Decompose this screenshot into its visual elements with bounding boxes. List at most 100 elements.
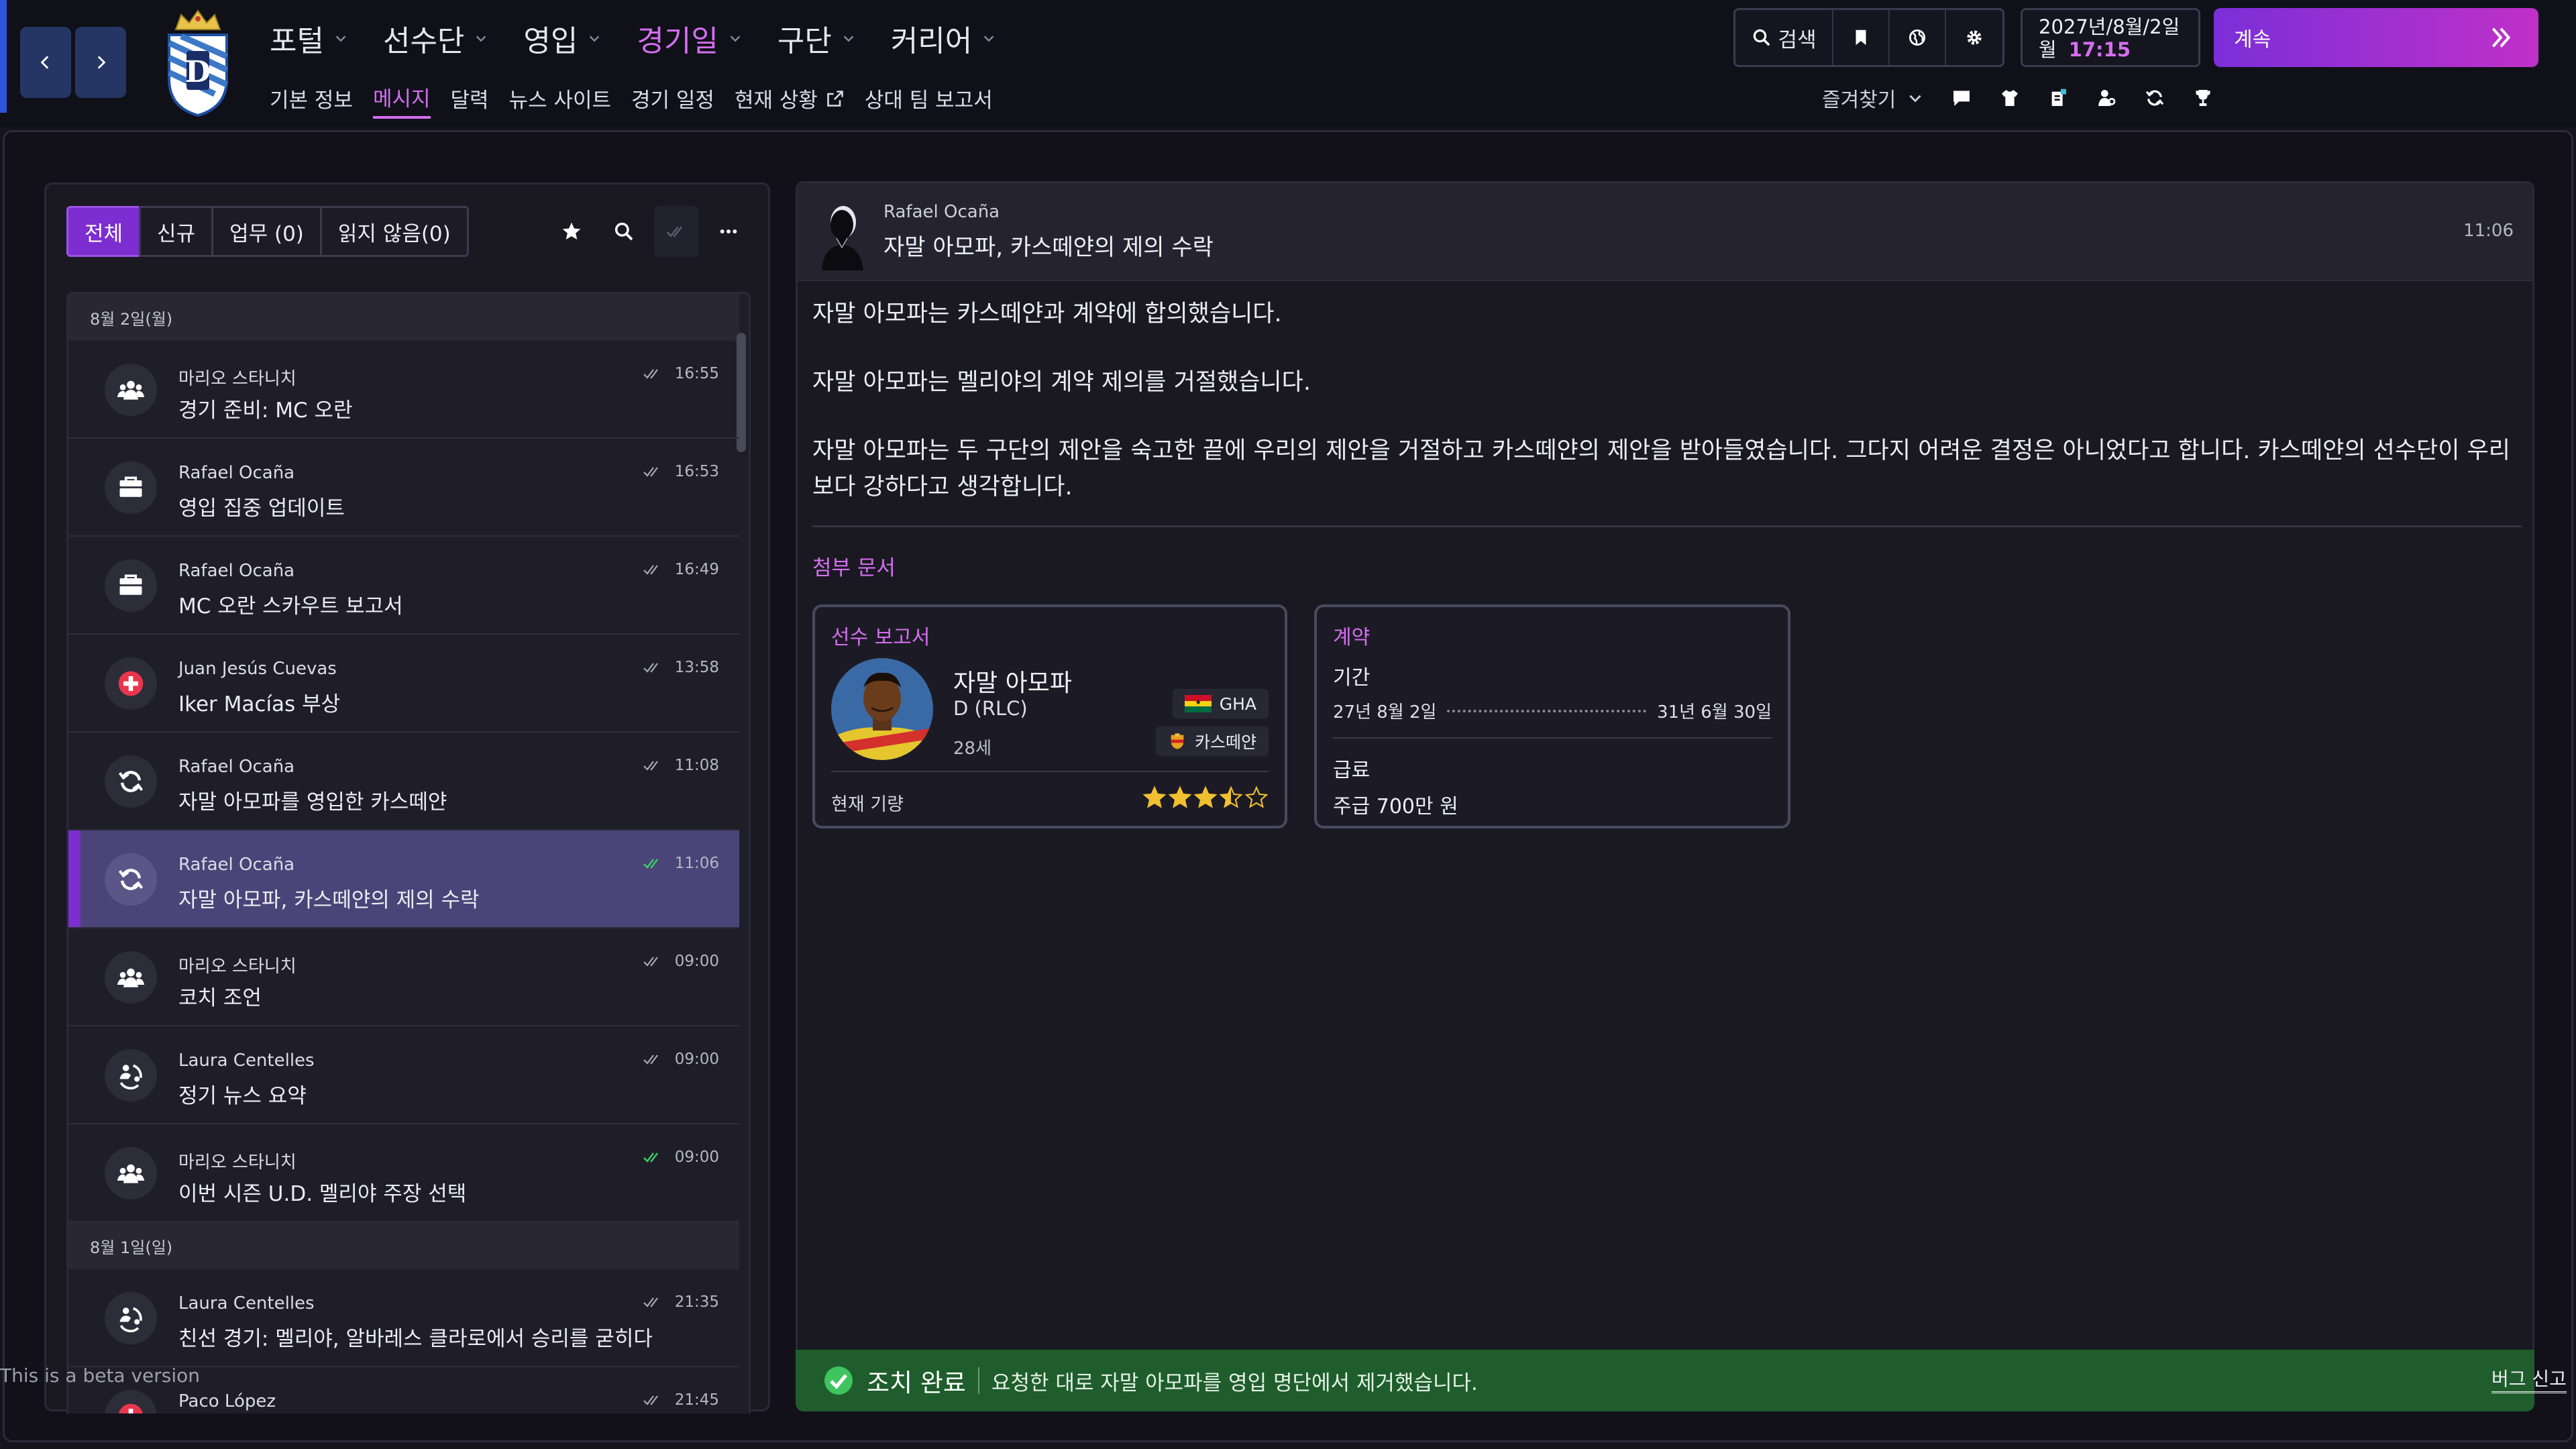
settings-button[interactable] <box>1946 10 2002 65</box>
chevron-down-icon <box>730 36 741 42</box>
sub-nav-current-status[interactable]: 현재 상황 <box>735 82 845 119</box>
nation-badge[interactable]: ★ GHA <box>1172 689 1269 718</box>
double-check-icon <box>643 1395 658 1405</box>
staff-icon[interactable] <box>2096 87 2117 109</box>
player-photo[interactable] <box>831 658 933 760</box>
sub-nav-inbox[interactable]: 메시지 <box>372 82 431 119</box>
player-portrait-icon <box>831 658 933 760</box>
message-row[interactable]: 마리오 스타니치 경기 준비: MC 오란 16:55 <box>68 341 739 439</box>
message-row[interactable]: Juan Jesús Cuevas Iker Macías 부상 13:58 <box>68 635 739 733</box>
more-options-button[interactable] <box>706 206 751 257</box>
main-nav-portal[interactable]: 포털 <box>270 17 348 59</box>
shirt-icon[interactable] <box>1999 87 2021 109</box>
message-time: 16:49 <box>674 561 719 578</box>
message-row[interactable]: 마리오 스타니치 코치 조언 09:00 <box>68 928 739 1026</box>
double-chevron-right-icon <box>2491 28 2511 48</box>
briefcase-icon <box>119 574 142 595</box>
message-row[interactable]: Rafael Ocaña 자말 아모파를 영입한 카스떼얀 11:08 <box>68 733 739 830</box>
star-empty-icon <box>1244 786 1269 808</box>
filter-all[interactable]: 전체 <box>66 206 142 257</box>
sub-nav-opposition-report[interactable]: 상대 팀 보고서 <box>865 82 993 119</box>
club-badge[interactable]: 카스떼얀 <box>1155 727 1269 756</box>
wage-value: 주급 700만 원 <box>1333 795 1458 818</box>
day-header: 8월 1일(일) <box>68 1222 739 1269</box>
message-row[interactable]: Rafael Ocaña MC 오란 스카우트 보고서 16:49 <box>68 537 739 635</box>
message-list[interactable]: 8월 2일(월) 마리오 스타니치 경기 준비: MC 오란 16:55 Raf… <box>66 292 751 1413</box>
main-nav-squad[interactable]: 선수단 <box>383 17 488 59</box>
filter-new[interactable]: 신규 <box>139 206 214 257</box>
message-sender[interactable]: Rafael Ocaña <box>883 202 1000 222</box>
main-nav-label: 영입 <box>523 24 578 58</box>
sub-nav: 기본 정보 메시지 달력 뉴스 사이트 경기 일정 현재 상황 상대 팀 보고서 <box>270 82 993 119</box>
sub-nav-calendar[interactable]: 달력 <box>451 82 489 119</box>
mark-read-button[interactable] <box>654 206 698 257</box>
sub-nav-fixtures[interactable]: 경기 일정 <box>631 82 714 119</box>
filter-unread[interactable]: 읽지 않음(0) <box>319 206 469 257</box>
team-icon <box>117 380 145 400</box>
transfer-cycle-icon <box>118 771 144 792</box>
message-time: 21:45 <box>674 1391 719 1409</box>
search-button[interactable]: 검색 <box>1735 10 1834 65</box>
clipboard-icon[interactable] <box>2047 87 2069 109</box>
filter-tasks[interactable]: 업무 (0) <box>211 206 322 257</box>
day-header: 8월 2일(월) <box>68 294 739 341</box>
message-time: 09:00 <box>674 1148 719 1166</box>
message-subject: 영입 집중 업데이트 <box>178 496 345 521</box>
club-name: 카스떼얀 <box>1194 733 1256 752</box>
club-crest-icon[interactable]: D <box>161 9 235 117</box>
player-name[interactable]: 자말 아모파 <box>953 663 1072 698</box>
game-date[interactable]: 2027년/8월/2일 월 17:15 <box>2021 8 2200 67</box>
continue-button[interactable]: 계속 <box>2214 8 2538 67</box>
sub-nav-overview[interactable]: 기본 정보 <box>270 82 353 119</box>
team-icon <box>105 364 157 416</box>
refresh-icon[interactable] <box>2144 87 2165 109</box>
top-bar: D 포털 선수단 영입 경기일 구단 커리어 기본 정보 메시지 달력 뉴스 사… <box>0 0 2576 127</box>
player-report-card[interactable]: 선수 보고서 자말 아모파 D (RLC) 28세 ★ GHA 카스떼얀 현재 … <box>812 604 1287 828</box>
inbox-search-button[interactable] <box>602 206 646 257</box>
media-icon <box>119 1307 142 1333</box>
main-nav-club[interactable]: 구단 <box>777 17 856 59</box>
message-row-selected[interactable]: Rafael Ocaña 자말 아모파, 카스떼얀의 제의 수락 11:06 <box>68 830 739 928</box>
message-row[interactable]: Laura Centelles 정기 뉴스 요약 09:00 <box>68 1026 739 1124</box>
body-paragraph: 자말 아모파는 두 구단의 제안을 숙고한 끝에 우리의 제안을 거절하고 카스… <box>812 437 2510 500</box>
main-nav-recruitment[interactable]: 영입 <box>523 17 602 59</box>
message-row[interactable]: 마리오 스타니치 이번 시즌 U.D. 멜리야 주장 선택 09:00 <box>68 1124 739 1222</box>
message-meta: 09:00 <box>643 953 719 970</box>
globe-icon <box>1909 30 1926 46</box>
gear-icon <box>1967 30 1982 45</box>
forward-button[interactable] <box>75 27 126 98</box>
main-nav-matchday[interactable]: 경기일 <box>637 17 742 59</box>
message-row[interactable]: Laura Centelles 친선 경기: 멜리야, 알바레스 클라로에서 승… <box>68 1269 739 1367</box>
media-icon <box>105 1049 157 1102</box>
message-meta: 16:55 <box>643 365 719 382</box>
world-button[interactable] <box>1890 10 1947 65</box>
starred-button[interactable] <box>549 206 594 257</box>
contract-card[interactable]: 계약 기간 27년 8월 2일 31년 6월 30일 급료 주급 700만 원 <box>1314 604 1790 828</box>
chevron-down-icon <box>843 36 854 42</box>
team-icon <box>105 1147 157 1199</box>
shortcut-bar: 즐겨찾기 <box>1822 83 2214 113</box>
medical-cross-icon <box>118 671 144 696</box>
transfer-cycle-icon <box>105 853 157 906</box>
sender-avatar[interactable] <box>816 198 867 270</box>
favorites-dropdown[interactable]: 즐겨찾기 <box>1822 83 1924 113</box>
message-meta: 21:35 <box>643 1293 719 1311</box>
player-age: 28세 <box>953 739 992 759</box>
message-subject: 정기 뉴스 요약 <box>178 1084 307 1108</box>
check-circle-icon <box>824 1366 853 1395</box>
transfer-cycle-icon <box>105 755 157 808</box>
card-title: 선수 보고서 <box>831 626 930 649</box>
main-nav-label: 선수단 <box>382 24 465 58</box>
main-nav-career[interactable]: 커리어 <box>891 17 996 59</box>
double-check-icon <box>643 1297 658 1307</box>
nation-code: GHA <box>1219 694 1256 714</box>
message-row[interactable]: Rafael Ocaña 영입 집중 업데이트 16:53 <box>68 439 739 537</box>
bug-report-link[interactable]: 버그 신고 <box>2491 1364 2567 1393</box>
sub-nav-news[interactable]: 뉴스 사이트 <box>509 82 611 119</box>
chat-bubble-icon[interactable] <box>1951 87 1972 109</box>
bookmark-button[interactable] <box>1833 10 1890 65</box>
main-nav-label: 구단 <box>777 24 832 58</box>
trophy-icon[interactable] <box>2192 87 2214 109</box>
back-button[interactable] <box>20 27 71 98</box>
medical-cross-icon <box>105 1390 157 1413</box>
